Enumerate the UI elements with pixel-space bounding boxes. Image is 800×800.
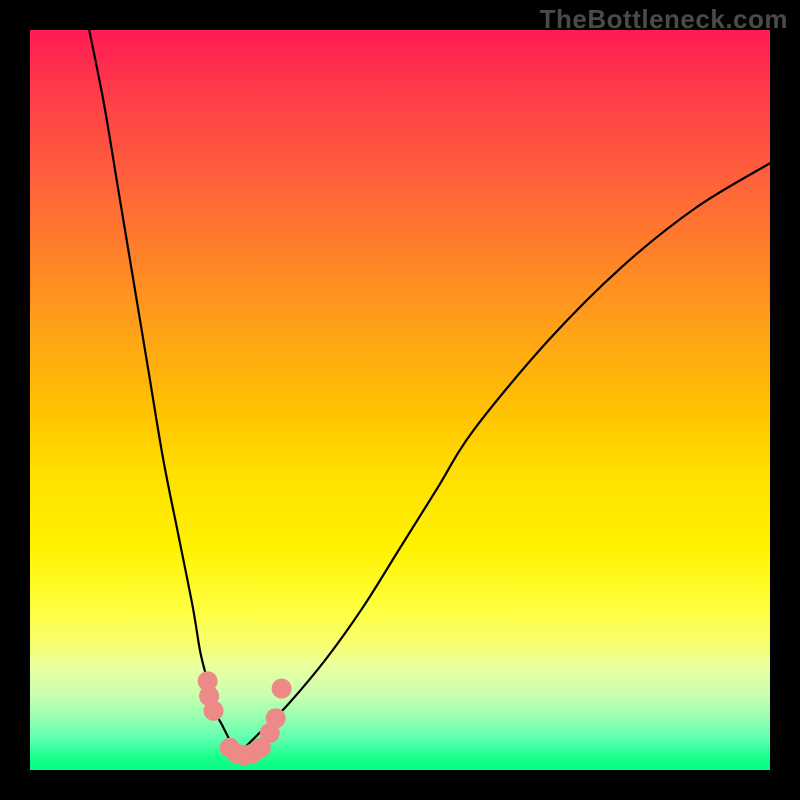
right-curve bbox=[237, 163, 770, 755]
left-curve bbox=[89, 30, 237, 755]
data-dot bbox=[204, 701, 224, 721]
curve-layer bbox=[30, 30, 770, 770]
chart-frame: TheBottleneck.com bbox=[0, 0, 800, 800]
plot-area bbox=[30, 30, 770, 770]
data-dot bbox=[272, 679, 292, 699]
watermark-text: TheBottleneck.com bbox=[540, 4, 788, 35]
data-dot bbox=[266, 708, 286, 728]
dots-group bbox=[198, 671, 292, 765]
